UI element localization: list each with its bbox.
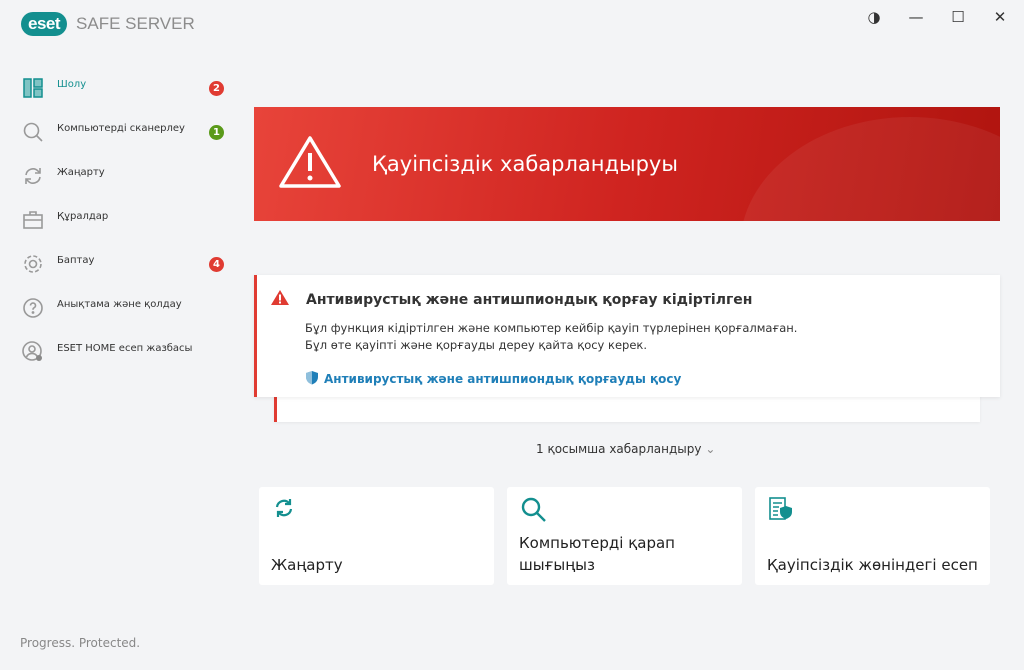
alert-description: Бұл өте қауіпті және қорғауды дереу қайт… <box>305 338 648 352</box>
tile-security-report[interactable]: Қауіпсіздік жөніндегі есеп <box>755 487 990 585</box>
tagline: Progress. Protected. <box>20 636 141 650</box>
sidebar-item-overview[interactable]: Шолу 2 <box>22 66 232 110</box>
contrast-icon[interactable]: ◑ <box>864 8 884 26</box>
notification-badge: 4 <box>209 256 224 272</box>
enable-protection-link[interactable]: Антивирустық және антишпиондық қорғауды … <box>305 370 1000 388</box>
help-icon <box>22 297 44 319</box>
sidebar-item-help[interactable]: Анықтама және қолдау <box>22 286 232 330</box>
alert-description: Бұл функция кідіртілген және компьютер к… <box>305 321 798 335</box>
gear-icon <box>22 253 44 275</box>
window-controls: ◑ — ☐ ✕ <box>864 8 1010 26</box>
product-name: SAFE SERVER <box>76 14 195 33</box>
eset-logo-badge: eset <box>21 12 68 36</box>
sidebar-item-eset-home[interactable]: ESET HOME есеп жазбасы <box>22 330 232 374</box>
sidebar-item-setup[interactable]: Баптау 4 <box>22 242 232 286</box>
tile-label: Компьютерді қарап шығыңыз <box>519 534 675 574</box>
alert-title: Антивирустық және антишпиондық қорғау кі… <box>306 291 753 308</box>
refresh-icon <box>22 165 44 187</box>
sidebar-item-label: Шолу <box>57 78 87 90</box>
sidebar-item-update[interactable]: Жаңарту <box>22 154 232 198</box>
notification-badge: 2 <box>209 80 224 96</box>
eset-logo: eset SAFE SERVER <box>21 12 195 36</box>
notification-badge: 1 <box>209 124 224 140</box>
refresh-icon <box>273 497 295 523</box>
shield-icon <box>305 370 319 388</box>
sidebar-item-label: Анықтама және қолдау <box>57 298 182 310</box>
chevron-down-icon: ⌄ <box>705 442 716 456</box>
report-icon <box>769 497 793 525</box>
tile-scan[interactable]: Компьютерді қарап шығыңыз <box>507 487 742 585</box>
sidebar-item-tools[interactable]: Құралдар <box>22 198 232 242</box>
search-icon <box>22 121 44 143</box>
more-notifications-label: 1 қосымша хабарландыру <box>536 442 702 456</box>
dashboard-icon <box>22 77 44 99</box>
banner-title: Қауіпсіздік хабарландыруы <box>372 152 678 176</box>
alert-warning-icon <box>270 289 290 310</box>
minimize-button[interactable]: — <box>906 8 926 26</box>
tile-label: Қауіпсіздік жөніндегі есеп <box>767 556 978 574</box>
sidebar: Шолу 2 Компьютерді сканерлеу 1 Жаңарту Қ… <box>22 66 232 374</box>
sidebar-item-label: Құралдар <box>57 210 109 222</box>
alert-card: Антивирустық және антишпиондық қорғау кі… <box>254 275 1000 397</box>
sidebar-item-label: Компьютерді сканерлеу <box>57 122 185 134</box>
enable-protection-label: Антивирустық және антишпиондық қорғауды … <box>324 372 682 386</box>
maximize-button[interactable]: ☐ <box>948 8 968 26</box>
toolbox-icon <box>22 209 44 231</box>
account-icon <box>22 341 44 363</box>
tile-update[interactable]: Жаңарту <box>259 487 494 585</box>
security-banner: Қауіпсіздік хабарландыруы <box>254 107 1000 221</box>
search-icon <box>521 497 547 527</box>
sidebar-item-label: ESET HOME есеп жазбасы <box>57 342 193 354</box>
sidebar-item-scan[interactable]: Компьютерді сканерлеу 1 <box>22 110 232 154</box>
sidebar-item-label: Баптау <box>57 254 95 266</box>
sidebar-item-label: Жаңарту <box>57 166 105 178</box>
tile-label: Жаңарту <box>271 556 343 574</box>
close-button[interactable]: ✕ <box>990 8 1010 26</box>
warning-icon <box>278 135 342 193</box>
more-notifications-toggle[interactable]: 1 қосымша хабарландыру ⌄ <box>536 442 715 456</box>
